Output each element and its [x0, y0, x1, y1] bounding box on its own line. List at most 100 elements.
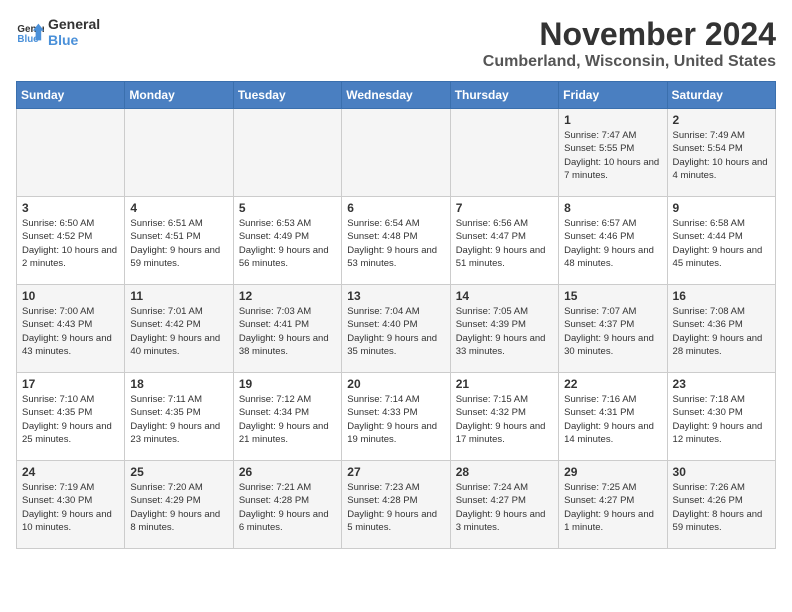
day-cell: 20Sunrise: 7:14 AM Sunset: 4:33 PM Dayli… — [342, 373, 450, 461]
day-cell: 25Sunrise: 7:20 AM Sunset: 4:29 PM Dayli… — [125, 461, 233, 549]
day-number: 12 — [239, 289, 336, 303]
day-cell — [17, 109, 125, 197]
header-cell-monday: Monday — [125, 82, 233, 109]
day-cell: 24 Sunrise: 7:19 AM Sunset: 4:30 PM Dayli… — [17, 461, 125, 549]
calendar-body: 1Sunrise: 7:47 AM Sunset: 5:55 PM Daylig… — [17, 109, 776, 549]
day-cell: 2Sunrise: 7:49 AM Sunset: 5:54 PM Daylig… — [667, 109, 775, 197]
day-number: 26 — [239, 465, 336, 479]
day-info: Sunrise: 7:07 AM Sunset: 4:37 PM Dayligh… — [564, 305, 661, 358]
day-info: Sunrise: 7:18 AM Sunset: 4:30 PM Dayligh… — [673, 393, 770, 446]
day-info: Sunrise: 7:23 AM Sunset: 4:28 PM Dayligh… — [347, 481, 444, 534]
day-cell: 3 Sunrise: 6:50 AM Sunset: 4:52 PM Daylig… — [17, 197, 125, 285]
day-cell — [450, 109, 558, 197]
day-info: Sunrise: 7:00 AM Sunset: 4:43 PM Dayligh… — [22, 305, 119, 358]
calendar-header: SundayMondayTuesdayWednesdayThursdayFrid… — [17, 82, 776, 109]
day-info: Sunrise: 7:14 AM Sunset: 4:33 PM Dayligh… — [347, 393, 444, 446]
day-number: 11 — [130, 289, 227, 303]
day-number: 13 — [347, 289, 444, 303]
day-cell: 26 Sunrise: 7:21 AM Sunset: 4:28 PM Dayli… — [233, 461, 341, 549]
day-number: 14 — [456, 289, 553, 303]
header-cell-friday: Friday — [559, 82, 667, 109]
day-number: 17 — [22, 377, 119, 391]
day-info: Sunrise: 6:50 AM Sunset: 4:52 PM Dayligh… — [22, 217, 119, 270]
month-title: November 2024 — [483, 16, 776, 53]
day-cell: 9 Sunrise: 6:58 AM Sunset: 4:44 PM Daylig… — [667, 197, 775, 285]
calendar-table: SundayMondayTuesdayWednesdayThursdayFrid… — [16, 81, 776, 549]
day-info: Sunrise: 7:03 AM Sunset: 4:41 PM Dayligh… — [239, 305, 336, 358]
day-info: Sunrise: 6:54 AM Sunset: 4:48 PM Dayligh… — [347, 217, 444, 270]
day-info: Sunrise: 7:19 AM Sunset: 4:30 PM Dayligh… — [22, 481, 119, 534]
week-row-3: 17 Sunrise: 7:10 AM Sunset: 4:35 PM Dayli… — [17, 373, 776, 461]
header-row: SundayMondayTuesdayWednesdayThursdayFrid… — [17, 82, 776, 109]
day-number: 6 — [347, 201, 444, 215]
day-cell: 15 Sunrise: 7:07 AM Sunset: 4:37 PM Dayli… — [559, 285, 667, 373]
header-cell-saturday: Saturday — [667, 82, 775, 109]
logo-icon: General Blue — [16, 18, 44, 46]
day-cell: 28 Sunrise: 7:24 AM Sunset: 4:27 PM Dayli… — [450, 461, 558, 549]
day-number: 3 — [22, 201, 119, 215]
page-header: General Blue General Blue November 2024 … — [16, 16, 776, 71]
location-title: Cumberland, Wisconsin, United States — [483, 53, 776, 71]
day-info: Sunrise: 6:57 AM Sunset: 4:46 PM Dayligh… — [564, 217, 661, 270]
day-cell: 14 Sunrise: 7:05 AM Sunset: 4:39 PM Dayli… — [450, 285, 558, 373]
day-number: 28 — [456, 465, 553, 479]
day-number: 19 — [239, 377, 336, 391]
day-info: Sunrise: 7:21 AM Sunset: 4:28 PM Dayligh… — [239, 481, 336, 534]
day-number: 23 — [673, 377, 770, 391]
day-info: Sunrise: 7:10 AM Sunset: 4:35 PM Dayligh… — [22, 393, 119, 446]
day-info: Sunrise: 7:01 AM Sunset: 4:42 PM Dayligh… — [130, 305, 227, 358]
day-cell — [342, 109, 450, 197]
day-info: Sunrise: 6:53 AM Sunset: 4:49 PM Dayligh… — [239, 217, 336, 270]
day-cell: 27 Sunrise: 7:23 AM Sunset: 4:28 PM Dayli… — [342, 461, 450, 549]
header-cell-sunday: Sunday — [17, 82, 125, 109]
day-info: Sunrise: 7:47 AM Sunset: 5:55 PM Dayligh… — [564, 129, 661, 182]
day-number: 9 — [673, 201, 770, 215]
day-cell: 19 Sunrise: 7:12 AM Sunset: 4:34 PM Dayli… — [233, 373, 341, 461]
day-cell: 17 Sunrise: 7:10 AM Sunset: 4:35 PM Dayli… — [17, 373, 125, 461]
day-cell: 12 Sunrise: 7:03 AM Sunset: 4:41 PM Dayli… — [233, 285, 341, 373]
day-info: Sunrise: 6:58 AM Sunset: 4:44 PM Dayligh… — [673, 217, 770, 270]
day-cell: 22 Sunrise: 7:16 AM Sunset: 4:31 PM Dayli… — [559, 373, 667, 461]
day-cell: 13Sunrise: 7:04 AM Sunset: 4:40 PM Dayli… — [342, 285, 450, 373]
week-row-2: 10Sunrise: 7:00 AM Sunset: 4:43 PM Dayli… — [17, 285, 776, 373]
day-number: 22 — [564, 377, 661, 391]
day-cell: 7 Sunrise: 6:56 AM Sunset: 4:47 PM Daylig… — [450, 197, 558, 285]
day-cell: 1Sunrise: 7:47 AM Sunset: 5:55 PM Daylig… — [559, 109, 667, 197]
day-cell: 4Sunrise: 6:51 AM Sunset: 4:51 PM Daylig… — [125, 197, 233, 285]
logo-text-general: General — [48, 16, 100, 32]
day-number: 25 — [130, 465, 227, 479]
week-row-1: 3 Sunrise: 6:50 AM Sunset: 4:52 PM Daylig… — [17, 197, 776, 285]
day-number: 5 — [239, 201, 336, 215]
day-info: Sunrise: 7:24 AM Sunset: 4:27 PM Dayligh… — [456, 481, 553, 534]
day-info: Sunrise: 7:25 AM Sunset: 4:27 PM Dayligh… — [564, 481, 661, 534]
day-cell: 8Sunrise: 6:57 AM Sunset: 4:46 PM Daylig… — [559, 197, 667, 285]
day-number: 21 — [456, 377, 553, 391]
day-info: Sunrise: 7:16 AM Sunset: 4:31 PM Dayligh… — [564, 393, 661, 446]
day-number: 24 — [22, 465, 119, 479]
day-info: Sunrise: 6:56 AM Sunset: 4:47 PM Dayligh… — [456, 217, 553, 270]
day-cell — [233, 109, 341, 197]
day-cell: 10Sunrise: 7:00 AM Sunset: 4:43 PM Dayli… — [17, 285, 125, 373]
header-cell-tuesday: Tuesday — [233, 82, 341, 109]
day-number: 15 — [564, 289, 661, 303]
header-cell-wednesday: Wednesday — [342, 82, 450, 109]
day-cell: 21 Sunrise: 7:15 AM Sunset: 4:32 PM Dayli… — [450, 373, 558, 461]
day-cell: 30 Sunrise: 7:26 AM Sunset: 4:26 PM Dayli… — [667, 461, 775, 549]
day-cell: 16 Sunrise: 7:08 AM Sunset: 4:36 PM Dayli… — [667, 285, 775, 373]
week-row-0: 1Sunrise: 7:47 AM Sunset: 5:55 PM Daylig… — [17, 109, 776, 197]
day-number: 30 — [673, 465, 770, 479]
day-number: 7 — [456, 201, 553, 215]
day-cell: 11 Sunrise: 7:01 AM Sunset: 4:42 PM Dayli… — [125, 285, 233, 373]
day-number: 4 — [130, 201, 227, 215]
day-cell: 23 Sunrise: 7:18 AM Sunset: 4:30 PM Dayli… — [667, 373, 775, 461]
day-info: Sunrise: 7:26 AM Sunset: 4:26 PM Dayligh… — [673, 481, 770, 534]
day-number: 27 — [347, 465, 444, 479]
day-cell: 29Sunrise: 7:25 AM Sunset: 4:27 PM Dayli… — [559, 461, 667, 549]
day-info: Sunrise: 7:05 AM Sunset: 4:39 PM Dayligh… — [456, 305, 553, 358]
day-number: 16 — [673, 289, 770, 303]
day-info: Sunrise: 7:15 AM Sunset: 4:32 PM Dayligh… — [456, 393, 553, 446]
day-info: Sunrise: 7:08 AM Sunset: 4:36 PM Dayligh… — [673, 305, 770, 358]
day-cell — [125, 109, 233, 197]
day-info: Sunrise: 7:12 AM Sunset: 4:34 PM Dayligh… — [239, 393, 336, 446]
day-cell: 5 Sunrise: 6:53 AM Sunset: 4:49 PM Daylig… — [233, 197, 341, 285]
